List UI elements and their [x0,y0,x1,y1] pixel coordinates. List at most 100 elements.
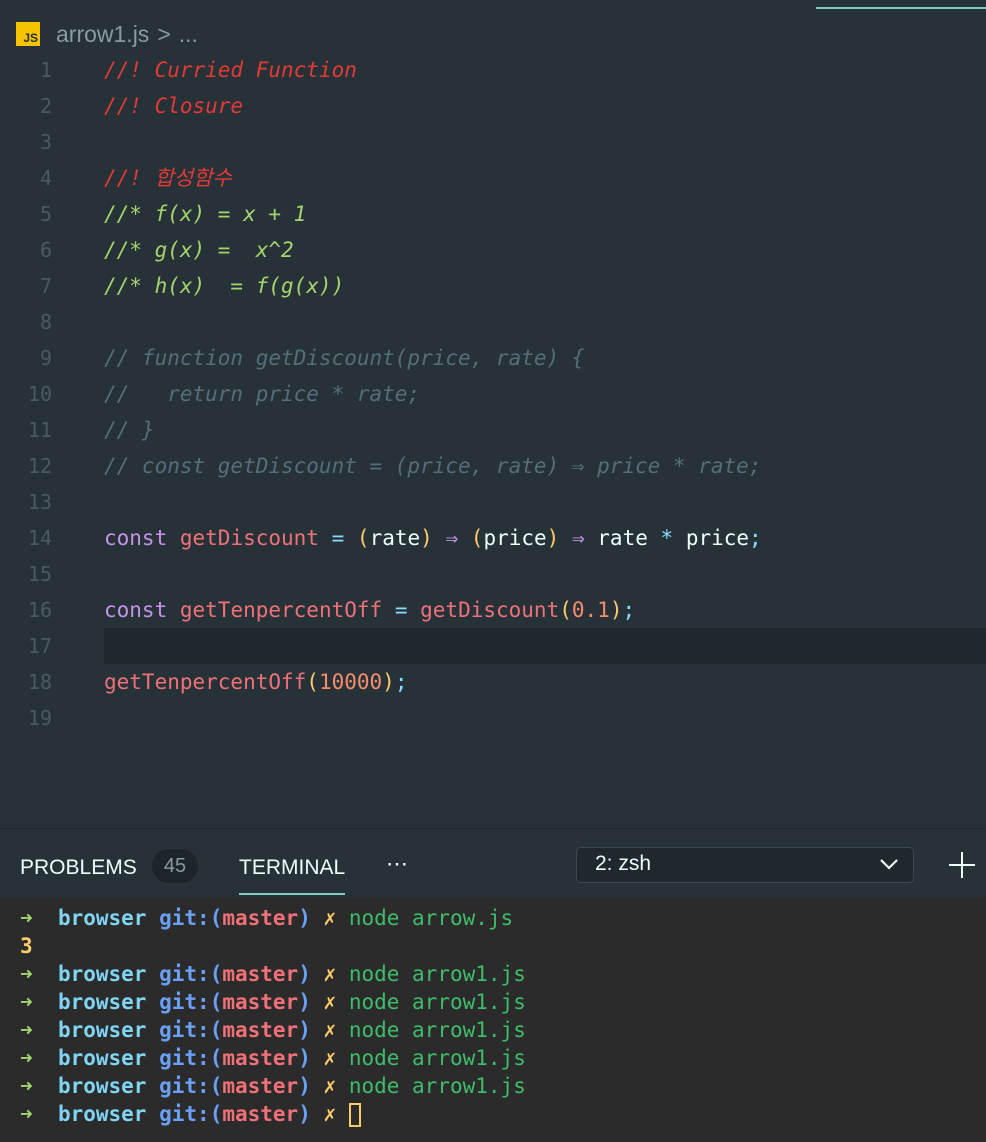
prompt-git-close: ) [298,1018,311,1042]
terminal-line: ➜ browser git:(master) ✗ node arrow1.js [0,1044,986,1072]
current-line-highlight [104,628,986,664]
prompt-dir: browser [57,1102,147,1126]
terminal-line: ➜ browser git:(master) ✗ node arrow.js [0,904,986,932]
prompt-arrow-icon: ➜ [20,1102,33,1126]
code-line[interactable]: 13 [0,484,986,520]
breadcrumb: JS arrow1.js > ... [16,18,198,50]
semicolon: ; [394,670,408,694]
code-line[interactable]: 7 //* h(x) = f(g(x)) [0,268,986,304]
line-number: 19 [27,706,52,730]
prompt-git: git:( [159,1018,223,1042]
prompt-dir: browser [57,906,147,930]
dirty-mark-icon: ✗ [323,1102,337,1126]
prompt-dir: browser [57,1074,147,1098]
code-text: // } [104,418,155,442]
code-line[interactable]: 19 [0,700,986,736]
plus-icon[interactable] [948,851,976,879]
dirty-mark-icon: ✗ [323,1018,337,1042]
more-actions-icon[interactable]: ⋯ [386,851,410,877]
prompt-git: git:( [159,962,223,986]
code-line[interactable]: 15 [0,556,986,592]
bottom-panel: PROBLEMS 45 TERMINAL ⋯ 2: zsh ➜ browser … [0,828,986,1142]
code-line[interactable]: 2 //! Closure [0,88,986,124]
tab-terminal[interactable]: TERMINAL [239,853,345,883]
chevron-down-icon [880,859,898,870]
breadcrumb-more[interactable]: ... [179,21,198,48]
paren: ( [470,526,484,550]
breadcrumb-file[interactable]: arrow1.js [56,21,149,48]
line-number: 12 [27,454,52,478]
code-line[interactable]: 1 //! Curried Function [0,52,986,88]
prompt-git-close: ) [298,1074,311,1098]
terminal-line: ➜ browser git:(master) ✗ node arrow1.js [0,988,986,1016]
line-number: 4 [39,166,52,190]
code-line[interactable]: 11 // } [0,412,986,448]
code-line[interactable]: 6 //* g(x) = x^2 [0,232,986,268]
operator: = [331,526,345,550]
terminal-line-active[interactable]: ➜ browser git:(master) ✗ [0,1100,986,1128]
active-tab-indicator [816,7,986,9]
line-number: 10 [27,382,52,406]
prompt-branch: master [222,990,299,1014]
prompt-git-close: ) [298,1102,311,1126]
code-line[interactable]: 16 const getTenpercentOff = getDiscount(0… [0,592,986,628]
line-number: 15 [27,562,52,586]
keyword: const [104,526,168,550]
code-line[interactable]: 3 [0,124,986,160]
paren: ) [382,670,395,694]
line-number: 6 [39,238,52,262]
problems-count-badge: 45 [152,849,198,883]
command-output: 3 [20,934,33,958]
prompt-arrow-icon: ➜ [20,990,33,1014]
prompt-git-close: ) [298,906,311,930]
paren: ( [356,526,370,550]
code-text: //* g(x) = x^2 [104,238,294,262]
code-text: //! 합성함수 [104,166,232,190]
command-text: node arrow1.js [348,962,526,986]
code-line[interactable]: 9 // function getDiscount(price, rate) { [0,340,986,376]
arrow-operator: ⇒ [445,526,459,550]
dirty-mark-icon: ✗ [323,1074,337,1098]
code-text: //* h(x) = f(g(x)) [104,274,345,298]
code-line[interactable]: 18 getTenpercentOff(10000); [0,664,986,700]
prompt-branch: master [222,1046,299,1070]
terminal-line: ➜ browser git:(master) ✗ node arrow1.js [0,1016,986,1044]
prompt-git: git:( [159,1074,223,1098]
code-text: // const getDiscount = (price, rate) ⇒ p… [104,454,762,478]
operator: * [660,526,674,550]
paren: ) [546,526,560,550]
terminal-cursor[interactable] [348,1103,361,1127]
prompt-arrow-icon: ➜ [20,906,33,930]
terminal-line: 3 [0,932,986,960]
prompt-arrow-icon: ➜ [20,962,33,986]
prompt-branch: master [222,962,299,986]
prompt-dir: browser [57,990,147,1014]
prompt-branch: master [222,906,299,930]
line-number: 14 [27,526,52,550]
code-line[interactable]: 8 [0,304,986,340]
terminal-select[interactable]: 2: zsh [576,847,914,883]
command-text: node arrow.js [348,906,514,930]
tab-problems[interactable]: PROBLEMS [20,853,137,883]
prompt-git-close: ) [298,1046,311,1070]
code-editor[interactable]: JS arrow1.js > ... 1 //! Curried Function… [0,0,986,828]
code-line[interactable]: 5 //* f(x) = x + 1 [0,196,986,232]
line-number: 18 [27,670,52,694]
terminal-line: ➜ browser git:(master) ✗ node arrow1.js [0,1072,986,1100]
code-line[interactable]: 10 // return price * rate; [0,376,986,412]
terminal-output[interactable]: ➜ browser git:(master) ✗ node arrow.js 3… [0,898,986,1142]
paren: ) [420,526,433,550]
prompt-branch: master [222,1074,299,1098]
code-line[interactable]: 14 const getDiscount = (rate) ⇒ (price) ⇒… [0,520,986,556]
dirty-mark-icon: ✗ [323,962,337,986]
keyword: const [104,598,168,622]
line-number: 1 [39,58,52,82]
code-line[interactable]: 12 // const getDiscount = (price, rate) ⇒… [0,448,986,484]
code-line-current[interactable]: 17 [0,628,986,664]
javascript-file-icon: JS [16,22,40,46]
code-text: const getDiscount = (rate) ⇒ (price) ⇒ r… [104,520,762,556]
dirty-mark-icon: ✗ [323,1046,337,1070]
code-line[interactable]: 4 //! 합성함수 [0,160,986,196]
chevron-right-icon: > [157,20,171,47]
number-literal: 0.1 [571,598,610,622]
